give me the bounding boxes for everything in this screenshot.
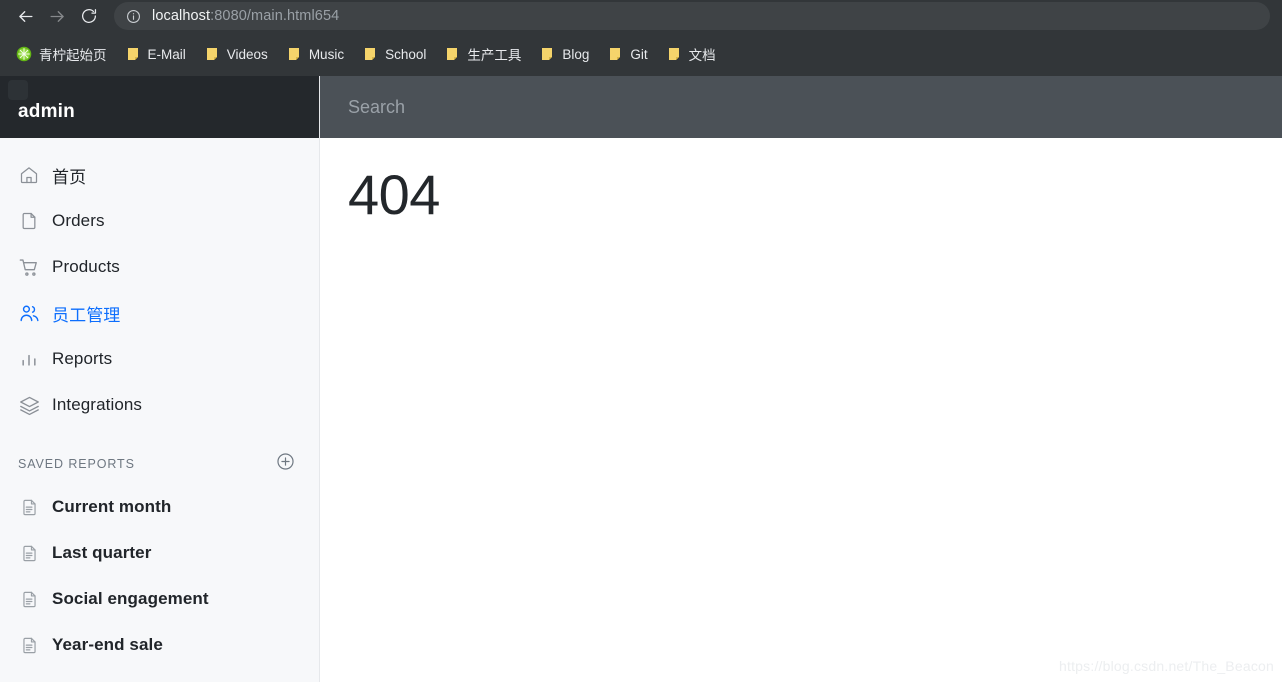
sidebar-item-products[interactable]: Products: [0, 244, 319, 290]
sidebar-item-integrations[interactable]: Integrations: [0, 382, 319, 428]
saved-report-social-engagement[interactable]: Social engagement: [0, 576, 319, 622]
sidebar-item-label: Products: [52, 257, 120, 276]
content-body: 404 https://blog.csdn.net/The_Beacon: [320, 138, 1282, 682]
plus-circle-icon[interactable]: [276, 452, 295, 476]
sidebar-item-home[interactable]: 首页: [0, 152, 319, 198]
bookmark-item-videos[interactable]: Videos: [196, 41, 276, 67]
saved-report-label: Current month: [52, 497, 172, 516]
bookmark-label: Videos: [226, 46, 268, 62]
bookmark-label: E-Mail: [147, 46, 186, 62]
url-host: localhost: [152, 8, 211, 24]
saved-reports-title: SAVED REPORTS: [18, 457, 135, 471]
bookmark-label: Music: [308, 46, 345, 62]
search-input[interactable]: [348, 96, 768, 118]
bookmark-item-git[interactable]: Git: [599, 41, 655, 67]
folder-icon: [607, 46, 623, 62]
home-icon: [18, 164, 40, 186]
bar-chart-icon: [18, 348, 40, 370]
app-window: admin 首页 Orders Products 员工管理 Reports In…: [0, 76, 1282, 682]
folder-icon: [204, 46, 220, 62]
browser-toolbar: localhost:8080/main.html654: [0, 0, 1282, 32]
folder-icon: [362, 46, 378, 62]
sidebar-item-label: Integrations: [52, 395, 143, 414]
main-content: 404 https://blog.csdn.net/The_Beacon: [320, 76, 1282, 682]
reload-button[interactable]: [74, 2, 104, 30]
browser-chrome: localhost:8080/main.html654 青柠起始页 E-Mail…: [0, 0, 1282, 76]
lime-favicon: [16, 46, 32, 62]
sidebar-item-reports[interactable]: Reports: [0, 336, 319, 382]
forward-button[interactable]: [42, 2, 72, 30]
address-bar[interactable]: localhost:8080/main.html654: [114, 2, 1270, 30]
folder-icon: [125, 46, 141, 62]
app-logo: [8, 80, 28, 100]
bookmark-item-qingning[interactable]: 青柠起始页: [8, 41, 115, 67]
sidebar-header: admin: [0, 76, 319, 138]
bookmark-item-productivity[interactable]: 生产工具: [436, 41, 529, 67]
saved-reports-header: SAVED REPORTS: [0, 428, 319, 482]
saved-report-label: Social engagement: [52, 589, 209, 608]
saved-report-label: Year-end sale: [52, 635, 163, 654]
file-icon: [18, 210, 40, 232]
bookmark-label: 生产工具: [467, 48, 522, 63]
document-icon: [18, 496, 40, 518]
cart-icon: [18, 256, 40, 278]
folder-icon: [444, 46, 460, 62]
info-circle-icon[interactable]: [124, 7, 142, 25]
url-text: localhost:8080/main.html654: [152, 8, 339, 24]
bookmarks-bar: 青柠起始页 E-Mail Videos Music School 生产工具 Bl…: [0, 32, 1282, 76]
watermark: https://blog.csdn.net/The_Beacon: [1059, 658, 1274, 674]
saved-report-year-end-sale[interactable]: Year-end sale: [0, 622, 319, 668]
bookmark-item-school[interactable]: School: [354, 41, 434, 67]
bookmark-item-music[interactable]: Music: [278, 41, 352, 67]
people-icon: [18, 302, 40, 324]
bookmark-label: 青柠起始页: [39, 48, 107, 63]
error-code: 404: [348, 163, 440, 226]
bookmark-item-docs[interactable]: 文档: [658, 41, 724, 67]
folder-icon: [286, 46, 302, 62]
sidebar-item-label: Reports: [52, 349, 113, 368]
brand-name: admin: [18, 101, 75, 122]
sidebar-item-staff-management[interactable]: 员工管理: [0, 290, 319, 336]
saved-report-current-month[interactable]: Current month: [0, 484, 319, 530]
bookmark-item-email[interactable]: E-Mail: [117, 41, 194, 67]
url-path: :8080/main.html654: [210, 8, 340, 24]
saved-reports-list: Current month Last quarter Social engage…: [0, 482, 319, 668]
sidebar-item-label: Orders: [52, 211, 105, 230]
folder-icon: [666, 46, 682, 62]
bookmark-label: Git: [630, 46, 648, 62]
layers-icon: [18, 394, 40, 416]
bookmark-label: 文档: [688, 48, 716, 63]
bookmark-item-blog[interactable]: Blog: [531, 41, 597, 67]
saved-report-label: Last quarter: [52, 543, 152, 562]
content-topbar: [320, 76, 1282, 138]
reload-icon: [80, 7, 98, 25]
bookmark-label: Blog: [562, 46, 590, 62]
document-icon: [18, 542, 40, 564]
document-icon: [18, 634, 40, 656]
sidebar-item-label: 员工管理: [52, 305, 121, 325]
back-arrow-icon: [16, 7, 35, 26]
sidebar: admin 首页 Orders Products 员工管理 Reports In…: [0, 76, 320, 682]
forward-arrow-icon: [48, 7, 67, 26]
sidebar-item-label: 首页: [52, 167, 87, 187]
folder-icon: [539, 46, 555, 62]
document-icon: [18, 588, 40, 610]
sidebar-item-orders[interactable]: Orders: [0, 198, 319, 244]
saved-report-last-quarter[interactable]: Last quarter: [0, 530, 319, 576]
back-button[interactable]: [10, 2, 40, 30]
sidebar-nav: 首页 Orders Products 员工管理 Reports Integrat…: [0, 138, 319, 428]
bookmark-label: School: [385, 46, 427, 62]
